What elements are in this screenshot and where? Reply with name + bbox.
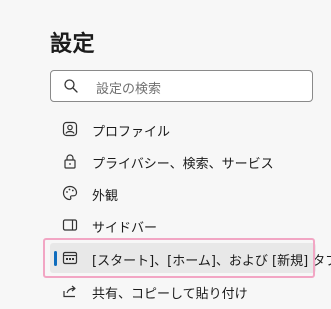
sidebar-item-profile[interactable]: プロファイル [50,114,316,144]
search-box[interactable]: 設定の検索 [50,70,313,102]
sidebar-item-label: プロファイル [92,125,171,140]
sidebar-icon [62,217,78,233]
search-icon [63,78,79,94]
sidebar-item-appearance[interactable]: 外観 [50,178,316,208]
page-title: 設定 [50,32,96,57]
sidebar-item-start-home-newtab[interactable]: [スタート]、[ホーム]、および [新規] タブ [50,243,331,273]
sidebar-item-share-copy-paste[interactable]: 共有、コピーして貼り付け [50,276,316,306]
selection-indicator [54,251,57,266]
sidebar-item-privacy[interactable]: プライバシー、検索、サービス [50,146,316,176]
sidebar-item-label: [スタート]、[ホーム]、および [新規] タブ [92,254,331,269]
share-icon [62,283,78,299]
search-input[interactable]: 設定の検索 [96,78,161,97]
sidebar-item-label: プライバシー、検索、サービス [92,157,274,172]
sidebar-item-label: 共有、コピーして貼り付け [92,287,248,302]
sidebar-item-label: サイドバー [92,221,158,236]
palette-icon [62,185,78,201]
sidebar-item-label: 外観 [92,189,119,204]
sidebar-item-sidebar[interactable]: サイドバー [50,210,316,240]
home-tabs-icon [62,250,78,266]
lock-icon [62,153,78,169]
profile-icon [62,121,78,137]
